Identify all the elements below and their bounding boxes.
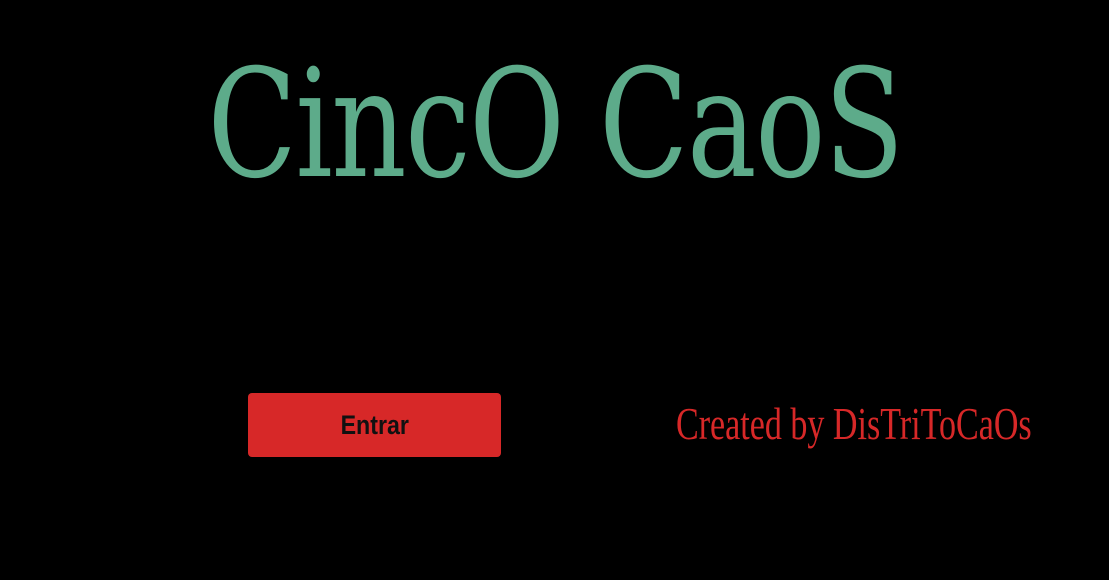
- enter-button[interactable]: Entrar: [248, 393, 501, 457]
- main-menu-screen: CincO CaoS Entrar Created by DisTriToCaO…: [0, 0, 1109, 580]
- enter-button-label: Entrar: [340, 409, 409, 440]
- game-title: CincO CaoS: [207, 38, 904, 212]
- credits-text: Created by DisTriToCaOs: [676, 398, 1032, 449]
